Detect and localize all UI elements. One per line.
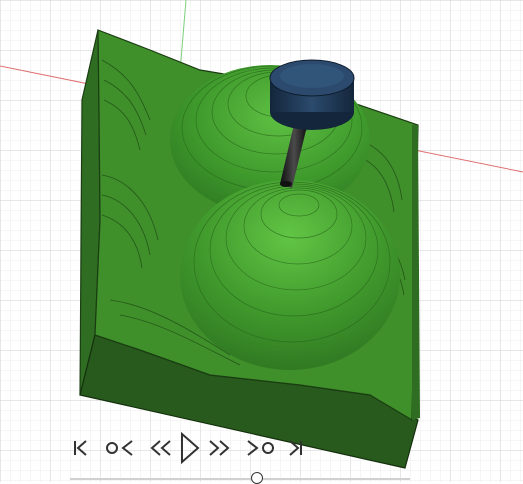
play-button[interactable]: [178, 432, 202, 464]
skip-to-start-button[interactable]: [70, 433, 92, 463]
skip-to-end-button[interactable]: [284, 433, 306, 463]
simulation-viewport[interactable]: [0, 0, 523, 482]
previous-operation-button[interactable]: [104, 433, 136, 463]
next-operation-button[interactable]: [244, 433, 276, 463]
play-icon: [181, 432, 200, 464]
tool-holder: [269, 59, 355, 130]
next-operation-icon: [247, 440, 274, 456]
step-forward-button[interactable]: [206, 433, 232, 463]
timeline-track: [70, 478, 410, 480]
fast-forward-icon: [209, 440, 230, 456]
playback-controls: [70, 430, 350, 466]
timeline-thumb[interactable]: [251, 472, 263, 484]
timeline-scrubber[interactable]: [70, 472, 410, 484]
previous-operation-icon: [106, 440, 133, 456]
skip-start-icon: [74, 440, 87, 456]
rewind-icon: [150, 440, 171, 456]
skip-end-icon: [289, 440, 302, 456]
dome-lower: [180, 180, 400, 370]
step-back-button[interactable]: [148, 433, 174, 463]
